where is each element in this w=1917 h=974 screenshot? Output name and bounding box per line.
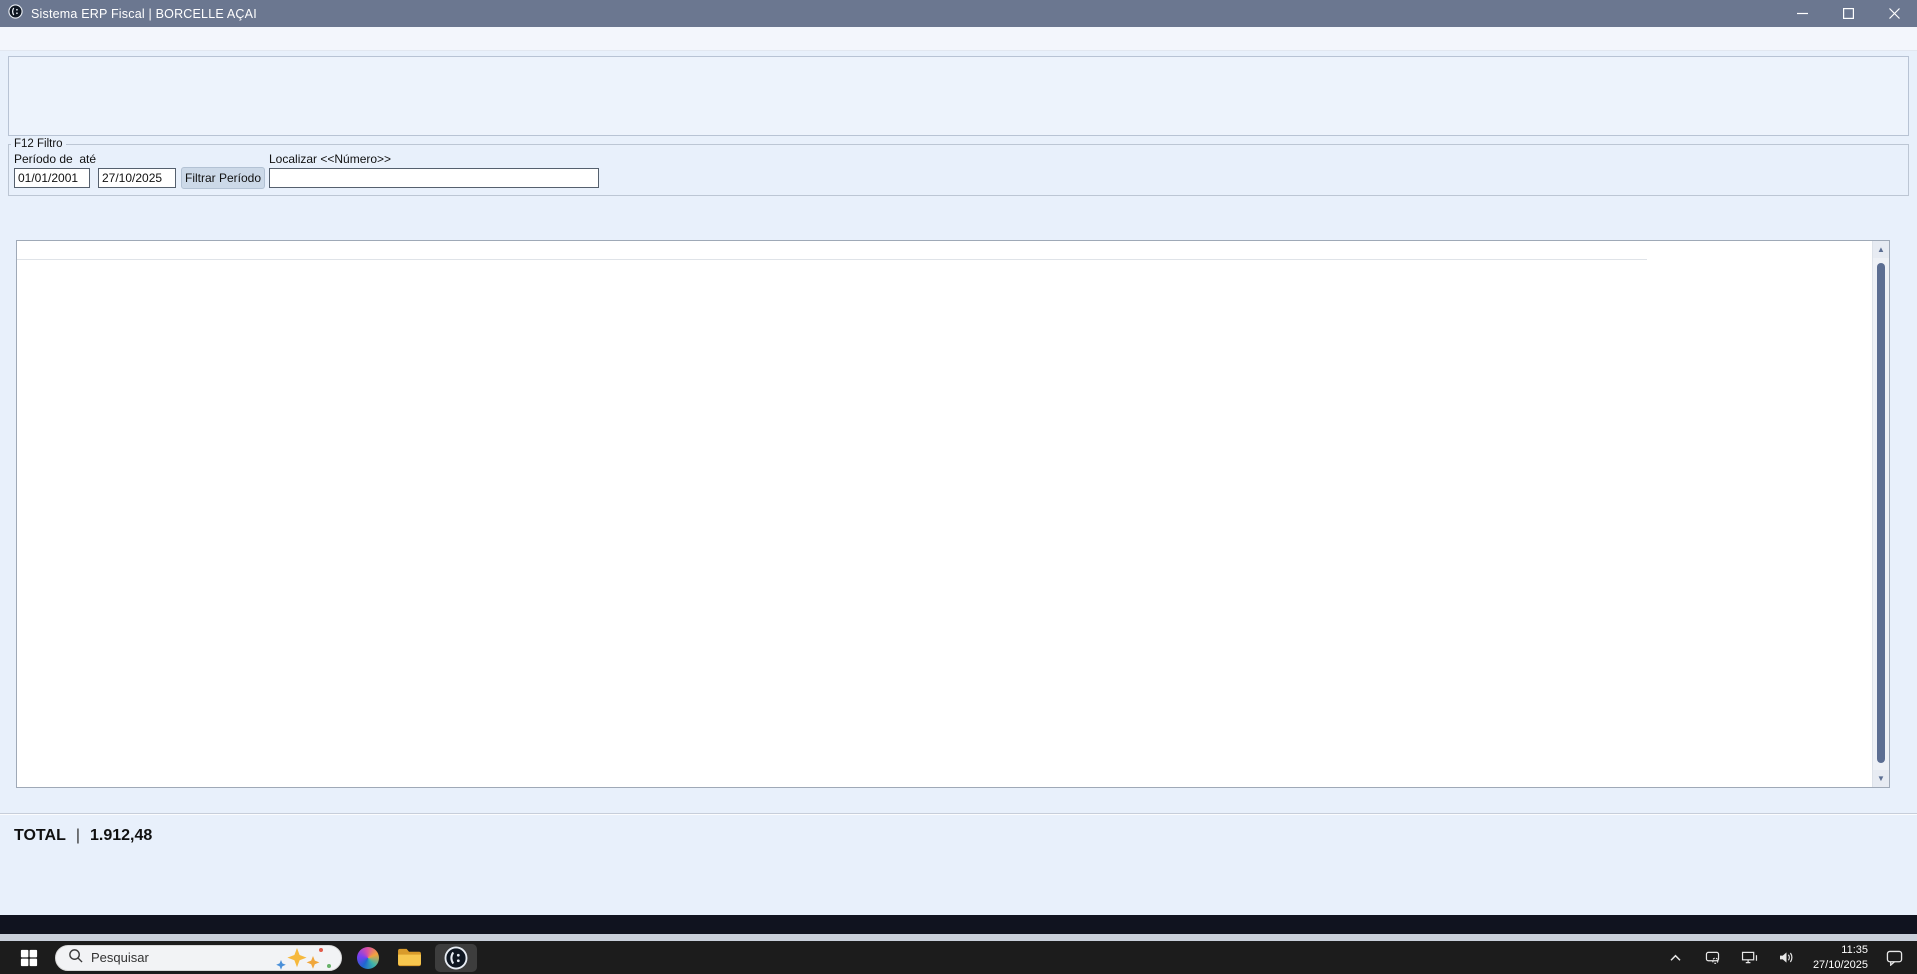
filter-period-button[interactable]: Filtrar Período [181,167,265,189]
filter-legend: F12 Filtro [11,138,66,150]
title-bar: Sistema ERP Fiscal | BORCELLE AÇAI [0,0,1917,27]
tray-volume-icon[interactable] [1772,944,1802,972]
status-bar [0,915,1917,934]
close-icon[interactable] [1871,0,1917,27]
table-header [17,241,1647,260]
minimize-icon[interactable] [1779,0,1825,27]
taskbar: Pesquisar 11:35 27/10/2025 [0,941,1917,974]
app-window: Sistema ERP Fiscal | BORCELLE AÇAI F12 F… [0,0,1917,974]
scroll-thumb[interactable] [1877,263,1885,763]
search-placeholder: Pesquisar [91,950,149,965]
taskbar-tray: 11:35 27/10/2025 [1661,943,1917,972]
divider [0,813,1917,815]
total-separator: | [76,827,80,845]
app-logo-icon [8,4,23,24]
notification-icon[interactable] [1879,944,1909,972]
erp-app-icon[interactable] [435,944,477,972]
window-title: Sistema ERP Fiscal | BORCELLE AÇAI [31,7,257,21]
toolbar [8,56,1909,136]
total-bar: TOTAL | 1.912,48 [14,819,152,853]
orders-table: ▲ ▼ [16,240,1890,788]
total-label: TOTAL [14,827,66,845]
locate-input[interactable] [269,168,599,188]
vertical-scrollbar[interactable]: ▲ ▼ [1872,241,1889,787]
tray-chevron-icon[interactable] [1661,944,1691,972]
search-icon [68,948,83,968]
main-content: F12 Filtro Período de até Filtrar Períod… [0,51,1917,915]
date-to-input[interactable] [98,168,176,188]
clock-time: 11:35 [1813,943,1868,957]
scroll-down-icon[interactable]: ▼ [1873,770,1889,787]
copilot-sparkles-icon [271,944,335,972]
locate-label: Localizar <<Número>> [269,152,391,166]
taskbar-clock[interactable]: 11:35 27/10/2025 [1809,943,1872,972]
taskbar-search[interactable]: Pesquisar [55,945,342,971]
filter-panel: F12 Filtro Período de até Filtrar Períod… [8,138,1909,196]
start-button[interactable] [14,944,44,972]
total-value: 1.912,48 [90,827,152,845]
file-explorer-icon[interactable] [394,944,424,972]
scroll-up-icon[interactable]: ▲ [1873,241,1889,258]
maximize-icon[interactable] [1825,0,1871,27]
window-controls [1779,0,1917,27]
taskbar-left: Pesquisar [14,944,477,972]
tray-cast-icon[interactable] [1698,944,1728,972]
date-from-input[interactable] [14,168,90,188]
window-edge [0,934,1917,941]
clock-date: 27/10/2025 [1813,958,1868,972]
menu-bar [0,27,1917,51]
period-label: Período de até [14,152,96,166]
copilot-icon[interactable] [353,944,383,972]
tray-network-icon[interactable] [1735,944,1765,972]
